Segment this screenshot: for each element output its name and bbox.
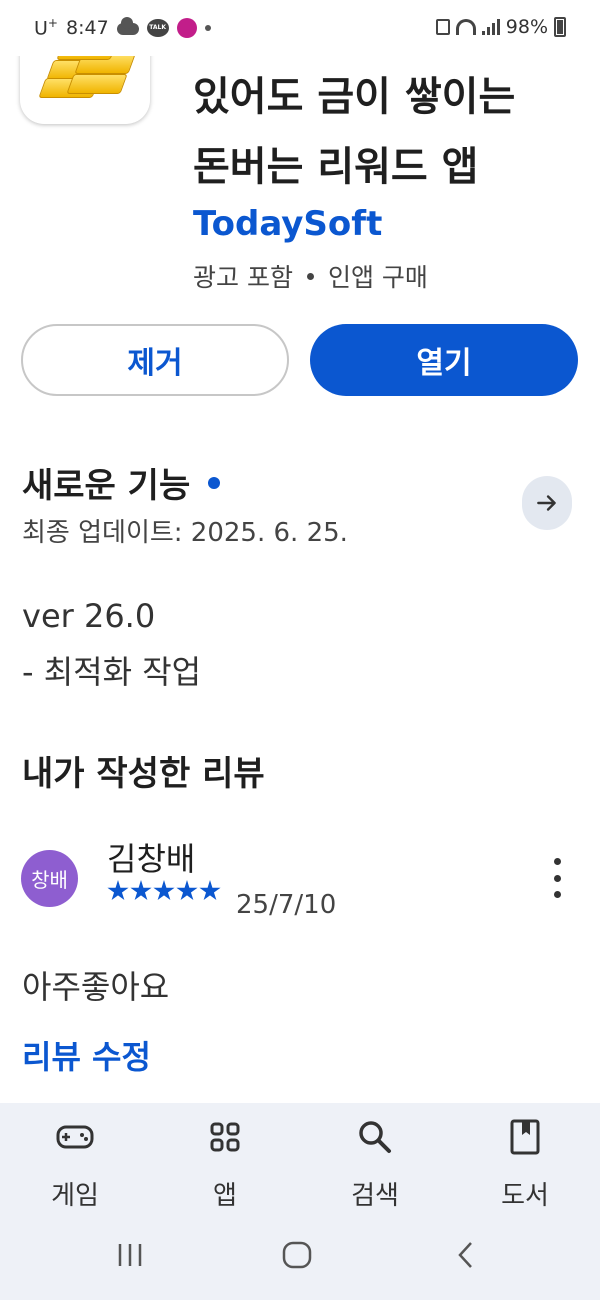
app-title-line-1: 있어도 금이 쌓이는 (193, 74, 516, 120)
nfc-icon (435, 19, 450, 35)
whats-new-title: 새로운 기능 (22, 466, 191, 506)
gold-bar-icon (66, 74, 128, 94)
developer-link[interactable]: TodaySoft (193, 204, 382, 244)
book-icon (505, 1117, 545, 1157)
app-title: 있어도 금이 쌓이는 돈버는 리워드 앱 (193, 62, 573, 202)
my-review-title-text: 내가 작성한 리뷰 (22, 754, 265, 794)
battery-percent: 98% (505, 16, 548, 38)
star-icon (153, 880, 175, 901)
my-review-title: 내가 작성한 리뷰 (22, 746, 265, 795)
cloud-icon (116, 16, 139, 35)
gamepad-icon (55, 1117, 95, 1157)
app-meta: 광고 포함 인앱 구매 (193, 258, 428, 294)
carrier-sup: + (47, 16, 58, 30)
back-icon[interactable] (446, 1240, 486, 1270)
edit-review-link[interactable]: 리뷰 수정 (22, 1032, 151, 1078)
system-navigation-bar (0, 1230, 600, 1280)
kakaotalk-icon: TALK (146, 18, 169, 37)
carrier-label: U+ (34, 16, 58, 39)
apps-grid-icon (205, 1117, 245, 1157)
whats-new-arrow-button[interactable] (522, 476, 572, 530)
in-app-purchases-label: 인앱 구매 (327, 263, 428, 292)
status-left: U+ 8:47 TALK (34, 16, 211, 39)
nav-item-books[interactable]: 도서 (475, 1117, 575, 1212)
meta-separator (306, 272, 314, 280)
nav-item-games[interactable]: 게임 (25, 1117, 125, 1212)
review-date: 25/7/10 (236, 890, 337, 920)
last-updated-label: 최종 업데이트: 2025. 6. 25. (22, 518, 348, 548)
release-version: ver 26.0 (22, 597, 156, 635)
nav-label-games: 게임 (51, 1181, 99, 1211)
nav-label-search: 검색 (351, 1181, 399, 1211)
wifi-icon (455, 19, 476, 35)
signal-icon (481, 19, 500, 35)
contains-ads-label: 광고 포함 (193, 263, 293, 292)
nav-item-apps[interactable]: 앱 (175, 1117, 275, 1212)
star-icon (107, 880, 129, 901)
nav-label-books: 도서 (501, 1181, 549, 1211)
search-icon (355, 1117, 395, 1157)
battery-icon (554, 17, 566, 37)
status-time: 8:47 (65, 16, 109, 39)
review-text: 아주좋아요 (22, 968, 170, 1006)
open-button[interactable]: 열기 (310, 324, 578, 396)
nav-item-search[interactable]: 검색 (325, 1117, 425, 1212)
recent-apps-icon[interactable] (110, 1240, 150, 1270)
star-icon (199, 880, 221, 901)
carrier-text: U (34, 17, 48, 40)
more-notifications-dot-icon (204, 24, 211, 31)
status-bar: U+ 8:47 TALK 98% (0, 0, 600, 56)
app-title-line-2: 돈버는 리워드 앱 (193, 144, 479, 190)
app-notification-icon (176, 17, 197, 38)
whats-new-header[interactable]: 새로운 기능 (22, 458, 221, 507)
status-right: 98% (435, 16, 566, 38)
star-icon (176, 880, 198, 901)
new-indicator-dot-icon (208, 476, 221, 489)
review-rating-stars (107, 880, 221, 902)
star-icon (130, 880, 152, 901)
release-notes: ver 26.0 - 최적화 작업 (22, 588, 201, 700)
reviewer-avatar: 창배 (21, 850, 78, 907)
uninstall-button[interactable]: 제거 (21, 324, 289, 396)
more-options-icon[interactable] (545, 858, 569, 898)
release-note: - 최적화 작업 (22, 653, 202, 691)
home-icon[interactable] (277, 1240, 317, 1270)
arrow-right-icon (537, 495, 556, 511)
nav-label-apps: 앱 (213, 1181, 237, 1211)
reviewer-name: 김창배 (107, 840, 196, 878)
